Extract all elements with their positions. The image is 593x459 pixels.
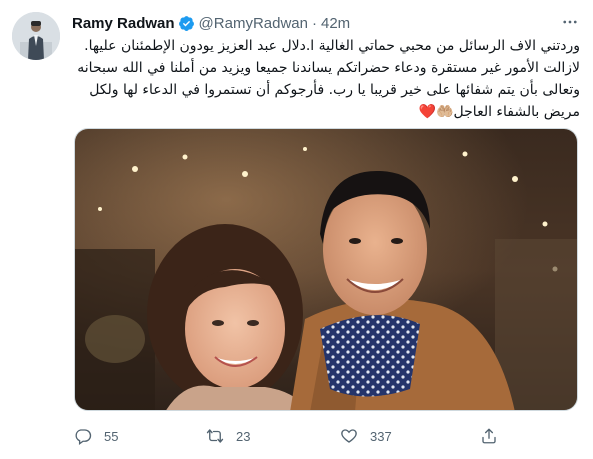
author-handle[interactable]: @RamyRadwan xyxy=(199,15,308,32)
share-button[interactable] xyxy=(480,427,510,445)
retweet-count: 23 xyxy=(236,428,251,444)
avatar-image xyxy=(12,12,60,60)
verified-badge-icon xyxy=(178,15,195,32)
photo-image xyxy=(75,129,577,410)
author-avatar[interactable] xyxy=(12,12,60,60)
reply-button[interactable]: 55 xyxy=(74,427,118,445)
like-count: 337 xyxy=(370,428,392,444)
share-icon xyxy=(482,428,496,444)
tweet-emoji: 🤲🏼❤️ xyxy=(418,104,454,120)
tweet-actions: 55 23 337 xyxy=(72,425,512,447)
retweet-icon xyxy=(206,429,224,443)
heart-icon xyxy=(341,429,357,443)
tweet-body: وردتني الاف الرسائل من محبي حماتي الغالي… xyxy=(77,38,580,120)
tweet-text: وردتني الاف الرسائل من محبي حماتي الغالي… xyxy=(72,35,580,123)
reply-count: 55 xyxy=(104,428,119,444)
tweet-photo[interactable] xyxy=(74,128,578,411)
like-button[interactable]: 337 xyxy=(340,427,392,445)
reply-icon xyxy=(75,429,92,445)
author-name[interactable]: Ramy Radwan xyxy=(72,15,175,32)
tweet[interactable]: Ramy Radwan @RamyRadwan · 42m وردتني الا… xyxy=(0,0,593,459)
tweet-timestamp[interactable]: 42m xyxy=(321,15,350,32)
separator-dot: · xyxy=(311,14,317,32)
tweet-header: Ramy Radwan @RamyRadwan · 42m xyxy=(72,13,350,33)
more-options-icon[interactable] xyxy=(559,13,581,31)
retweet-button[interactable]: 23 xyxy=(206,427,250,445)
